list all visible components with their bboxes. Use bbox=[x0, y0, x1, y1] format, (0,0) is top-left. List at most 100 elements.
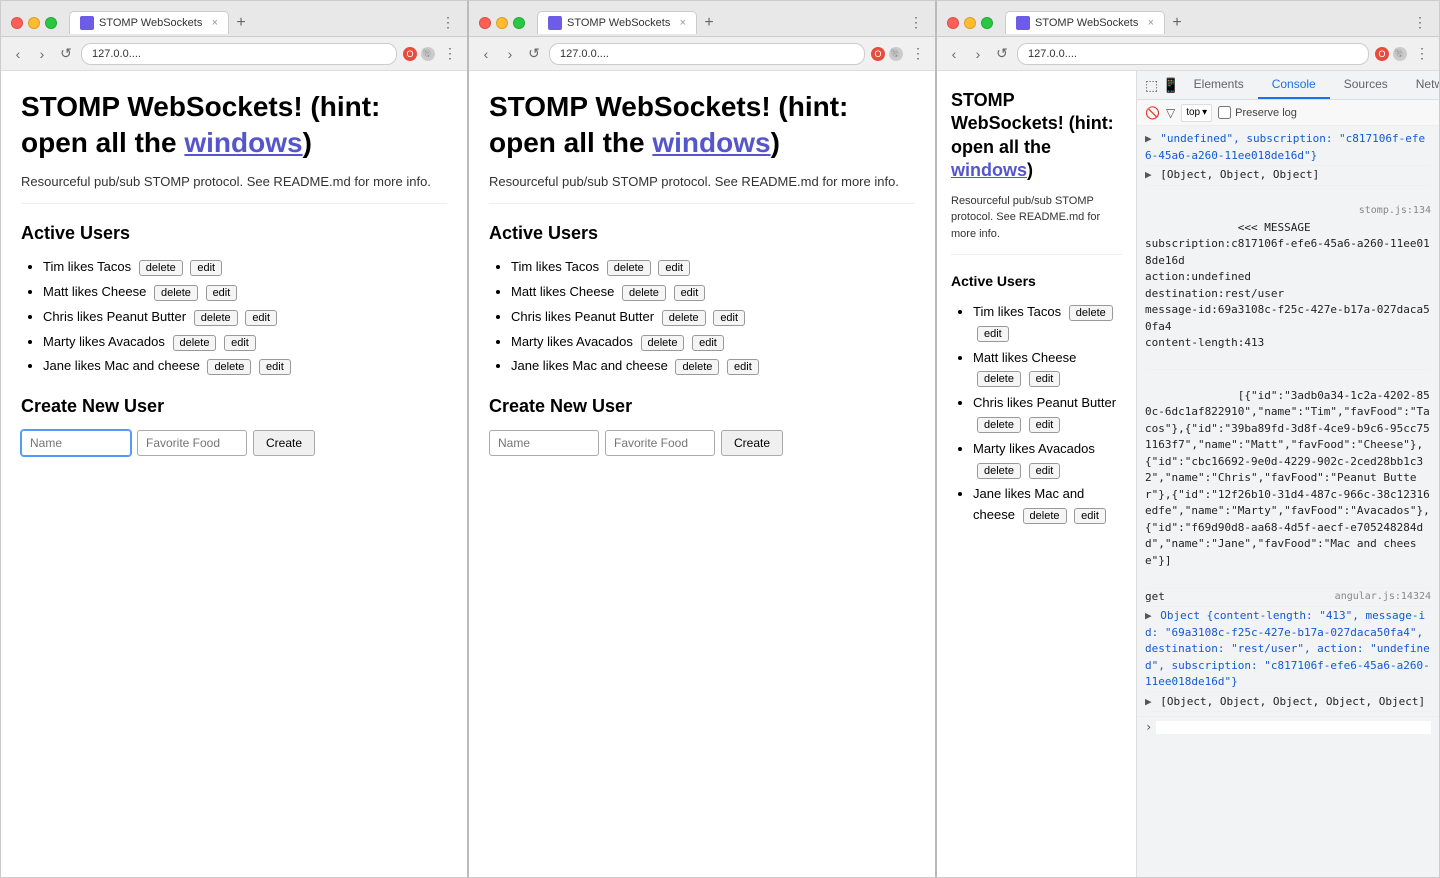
tab-close-1[interactable]: × bbox=[212, 17, 218, 29]
minimize-button-2[interactable] bbox=[496, 17, 508, 29]
edit-btn[interactable]: edit bbox=[259, 359, 291, 375]
tab-console[interactable]: Console bbox=[1258, 71, 1330, 99]
tab-network[interactable]: Network bbox=[1402, 71, 1439, 99]
close-button-2[interactable] bbox=[479, 17, 491, 29]
device-icon[interactable]: 📱 bbox=[1162, 77, 1179, 94]
delete-btn[interactable]: delete bbox=[194, 310, 238, 326]
opera-icon-1[interactable]: O bbox=[403, 47, 417, 61]
address-input-2[interactable] bbox=[549, 43, 865, 65]
page-title-link-3[interactable]: windows bbox=[951, 160, 1027, 180]
tab-sources[interactable]: Sources bbox=[1330, 71, 1402, 99]
inspect-icon[interactable]: ⬚ bbox=[1145, 77, 1158, 94]
maximize-button-3[interactable] bbox=[981, 17, 993, 29]
browser-window-1: STOMP WebSockets × + ⋮ ‹ › ↺ O 🐘 ⋮ STOMP… bbox=[0, 0, 468, 878]
create-btn-2[interactable]: Create bbox=[721, 430, 783, 456]
back-btn-3[interactable]: ‹ bbox=[945, 46, 963, 62]
page-title-link-2[interactable]: windows bbox=[652, 127, 770, 158]
edit-btn[interactable]: edit bbox=[1029, 463, 1061, 479]
forward-btn-3[interactable]: › bbox=[969, 46, 987, 62]
food-input-2[interactable] bbox=[605, 430, 715, 456]
clear-console-icon[interactable]: 🚫 bbox=[1145, 106, 1160, 120]
maximize-button-2[interactable] bbox=[513, 17, 525, 29]
tab-1[interactable]: STOMP WebSockets × bbox=[69, 11, 229, 34]
tab-close-3[interactable]: × bbox=[1148, 17, 1154, 29]
delete-btn[interactable]: delete bbox=[1069, 305, 1113, 321]
ext-icon-3[interactable]: 🐘 bbox=[1393, 47, 1407, 61]
page-title-link-1[interactable]: windows bbox=[184, 127, 302, 158]
expand-icon[interactable]: ▶ bbox=[1145, 609, 1152, 622]
edit-btn[interactable]: edit bbox=[190, 260, 222, 276]
edit-btn[interactable]: edit bbox=[692, 335, 724, 351]
reload-btn-3[interactable]: ↺ bbox=[993, 45, 1011, 62]
back-btn-2[interactable]: ‹ bbox=[477, 46, 495, 62]
name-input-1[interactable] bbox=[21, 430, 131, 456]
tab-close-2[interactable]: × bbox=[680, 17, 686, 29]
edit-btn[interactable]: edit bbox=[674, 285, 706, 301]
edit-btn[interactable]: edit bbox=[727, 359, 759, 375]
edit-btn[interactable]: edit bbox=[1029, 371, 1061, 387]
forward-btn-1[interactable]: › bbox=[33, 46, 51, 62]
maximize-button-1[interactable] bbox=[45, 17, 57, 29]
edit-btn[interactable]: edit bbox=[977, 326, 1009, 342]
console-input[interactable] bbox=[1156, 721, 1431, 734]
edit-btn[interactable]: edit bbox=[658, 260, 690, 276]
delete-btn[interactable]: delete bbox=[1023, 508, 1067, 524]
tab-2[interactable]: STOMP WebSockets × bbox=[537, 11, 697, 34]
ext-icon-2[interactable]: 🐘 bbox=[889, 47, 903, 61]
reload-btn-1[interactable]: ↺ bbox=[57, 45, 75, 62]
edit-btn[interactable]: edit bbox=[1029, 417, 1061, 433]
delete-btn[interactable]: delete bbox=[977, 371, 1021, 387]
tab-elements[interactable]: Elements bbox=[1180, 71, 1258, 99]
address-input-3[interactable] bbox=[1017, 43, 1369, 65]
opera-icon-2[interactable]: O bbox=[871, 47, 885, 61]
more-addr-btn-2[interactable]: ⋮ bbox=[909, 45, 927, 62]
delete-btn[interactable]: delete bbox=[662, 310, 706, 326]
list-item: Marty likes Avacados delete edit bbox=[511, 332, 915, 353]
minimize-button-1[interactable] bbox=[28, 17, 40, 29]
more-addr-btn-1[interactable]: ⋮ bbox=[441, 45, 459, 62]
console-entry-array: ▶ [Object, Object, Object, Object, Objec… bbox=[1145, 693, 1431, 713]
delete-btn[interactable]: delete bbox=[154, 285, 198, 301]
delete-btn[interactable]: delete bbox=[622, 285, 666, 301]
new-tab-btn-3[interactable]: + bbox=[1165, 11, 1189, 35]
back-btn-1[interactable]: ‹ bbox=[9, 46, 27, 62]
opera-icon-3[interactable]: O bbox=[1375, 47, 1389, 61]
delete-btn[interactable]: delete bbox=[173, 335, 217, 351]
edit-btn[interactable]: edit bbox=[245, 310, 277, 326]
edit-btn[interactable]: edit bbox=[713, 310, 745, 326]
close-button-3[interactable] bbox=[947, 17, 959, 29]
delete-btn[interactable]: delete bbox=[139, 260, 183, 276]
ext-icon-1[interactable]: 🐘 bbox=[421, 47, 435, 61]
edit-btn[interactable]: edit bbox=[224, 335, 256, 351]
reload-btn-2[interactable]: ↺ bbox=[525, 45, 543, 62]
edit-btn[interactable]: edit bbox=[1074, 508, 1106, 524]
new-tab-btn-2[interactable]: + bbox=[697, 11, 721, 35]
name-input-2[interactable] bbox=[489, 430, 599, 456]
expand-icon[interactable]: ▶ bbox=[1145, 168, 1152, 181]
delete-btn[interactable]: delete bbox=[607, 260, 651, 276]
more-btn-1[interactable]: ⋮ bbox=[439, 14, 457, 31]
edit-btn[interactable]: edit bbox=[206, 285, 238, 301]
title-bar-2: STOMP WebSockets × + ⋮ bbox=[469, 1, 935, 37]
forward-btn-2[interactable]: › bbox=[501, 46, 519, 62]
context-selector[interactable]: top ▾ bbox=[1181, 104, 1212, 122]
more-btn-2[interactable]: ⋮ bbox=[907, 14, 925, 31]
expand-icon[interactable]: ▶ bbox=[1145, 132, 1152, 145]
close-button-1[interactable] bbox=[11, 17, 23, 29]
tab-3[interactable]: STOMP WebSockets × bbox=[1005, 11, 1165, 34]
more-btn-3[interactable]: ⋮ bbox=[1411, 14, 1429, 31]
more-addr-btn-3[interactable]: ⋮ bbox=[1413, 45, 1431, 62]
minimize-button-3[interactable] bbox=[964, 17, 976, 29]
preserve-log-checkbox[interactable] bbox=[1218, 106, 1231, 119]
delete-btn[interactable]: delete bbox=[675, 359, 719, 375]
delete-btn[interactable]: delete bbox=[641, 335, 685, 351]
delete-btn[interactable]: delete bbox=[977, 417, 1021, 433]
expand-icon[interactable]: ▶ bbox=[1145, 695, 1152, 708]
delete-btn[interactable]: delete bbox=[207, 359, 251, 375]
delete-btn[interactable]: delete bbox=[977, 463, 1021, 479]
address-input-1[interactable] bbox=[81, 43, 397, 65]
create-btn-1[interactable]: Create bbox=[253, 430, 315, 456]
food-input-1[interactable] bbox=[137, 430, 247, 456]
new-tab-btn-1[interactable]: + bbox=[229, 11, 253, 35]
filter-icon[interactable]: ▽ bbox=[1166, 106, 1175, 120]
